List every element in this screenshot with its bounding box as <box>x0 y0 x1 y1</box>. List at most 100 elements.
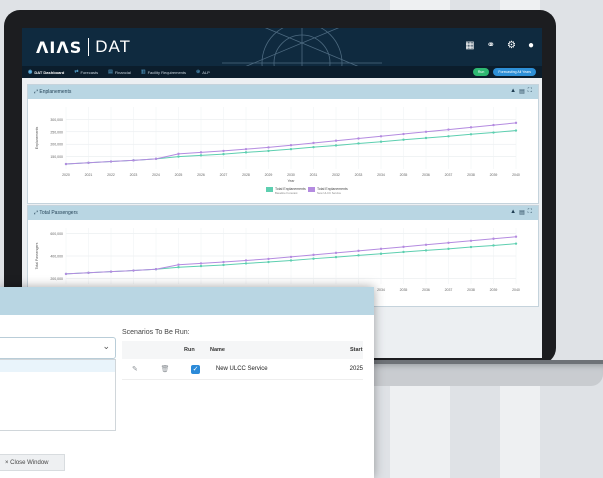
x-tick-label: 2035 <box>400 288 408 292</box>
scenario-select[interactable]: ⌄ <box>0 337 116 359</box>
data-point <box>379 247 383 251</box>
data-point <box>447 135 450 138</box>
forecasting-all-years-button[interactable]: Forecasting All Years <box>493 68 536 76</box>
data-point <box>244 262 248 265</box>
nav-item-facility-requirements[interactable]: ▥ Facility Requirements <box>141 69 186 75</box>
data-point <box>132 159 135 162</box>
data-point <box>357 142 360 145</box>
data-point <box>289 147 293 151</box>
x-tick-label: 2026 <box>197 173 205 177</box>
x-tick-label: 2038 <box>467 173 475 177</box>
data-point <box>312 257 315 260</box>
header-decoration <box>222 28 382 66</box>
data-point <box>177 155 180 158</box>
gear-icon[interactable]: ⚙ <box>507 40 516 51</box>
nav-item-label: DAT Dashboard <box>34 69 65 75</box>
edit-icon[interactable]: ✎ <box>122 365 161 373</box>
chart-icon[interactable]: ▲ <box>510 209 516 216</box>
data-point <box>447 241 450 244</box>
data-point <box>447 247 450 251</box>
data-point <box>492 131 495 134</box>
data-point <box>514 242 518 245</box>
x-tick-label: 2034 <box>377 173 385 177</box>
legend-sublabel: New ULCC Service <box>317 191 342 195</box>
y-tick-label: 250,000 <box>50 130 63 134</box>
close-window-button[interactable]: × Close Window <box>0 454 65 471</box>
data-point <box>402 250 405 254</box>
run-button[interactable]: Run <box>472 68 490 76</box>
x-tick-label: 2038 <box>467 288 475 292</box>
data-point <box>402 245 405 249</box>
data-point <box>87 271 90 274</box>
x-tick-label: 2028 <box>242 173 250 177</box>
trash-icon[interactable]: 🗑 <box>161 365 191 373</box>
data-point <box>244 147 248 151</box>
x-tick-label: 2040 <box>512 288 520 292</box>
x-tick-label: 2039 <box>490 288 498 292</box>
logo-separator <box>88 38 90 56</box>
logo-mark: ΛΙΛS <box>36 37 83 57</box>
grid-icon[interactable]: ▦ <box>465 40 474 51</box>
legend-sublabel: Baseline Forecast <box>275 191 298 195</box>
data-point <box>424 130 428 133</box>
data-point <box>222 152 225 156</box>
nav-item-forecasts[interactable]: ⇄ Forecasts <box>74 69 98 75</box>
data-point <box>379 252 383 255</box>
x-tick-label: 2036 <box>422 288 430 292</box>
run-scenarios-modal: ⌄ Scenarios To Be Run: Run Name Start ✎ … <box>0 287 374 478</box>
scenario-dropdown-list[interactable] <box>0 359 116 431</box>
data-point <box>492 237 495 240</box>
nav-item-financial[interactable]: ▤ Financial <box>108 69 131 75</box>
x-tick-label: 2039 <box>490 173 498 177</box>
app-logo[interactable]: ΛΙΛS DAT <box>36 37 131 57</box>
forecasting-label: Forecasting All Years <box>498 70 531 74</box>
chart-icon[interactable]: ▲ <box>510 88 516 95</box>
data-point <box>424 243 428 246</box>
expand-icon[interactable]: ⛶ <box>528 88 532 95</box>
data-point <box>222 260 225 264</box>
x-tick-label: 2035 <box>400 173 408 177</box>
laptop-base <box>370 364 603 386</box>
dropdown-option-highlighted[interactable] <box>0 360 115 372</box>
run-checkbox[interactable]: ✓ <box>191 364 201 374</box>
user-icon[interactable]: ● <box>528 40 534 51</box>
data-point <box>469 245 473 249</box>
y-tick-label: 200,000 <box>50 277 63 281</box>
app-header: ΛΙΛS DAT ▦ ⚭ ⚙ ● <box>22 28 542 66</box>
table-icon[interactable]: ▤ <box>519 88 525 95</box>
x-tick-label: 2023 <box>130 173 138 177</box>
panel-header: ⤢ Total Passengers ▲ ▤ ⛶ <box>28 206 538 220</box>
x-tick-label: 2030 <box>287 173 295 177</box>
dashboard-icon: ◉ <box>28 69 33 75</box>
x-tick-label: 2037 <box>445 288 453 292</box>
y-axis-label: Enplanements <box>35 127 39 150</box>
data-point <box>64 272 68 276</box>
legend-swatch <box>308 187 315 192</box>
nav-item-label: ALP <box>202 69 210 75</box>
nav-item-alp[interactable]: ⊕ ALP <box>196 69 210 75</box>
x-tick-label: 2040 <box>512 173 520 177</box>
link-icon[interactable]: ⚭ <box>487 40 495 51</box>
data-point <box>492 123 495 127</box>
modal-header <box>0 287 374 315</box>
nav-item-dat-dashboard[interactable]: ◉ DAT Dashboard <box>28 69 64 75</box>
data-point <box>109 160 113 163</box>
y-tick-label: 300,000 <box>50 118 63 122</box>
data-point <box>222 263 225 267</box>
data-point <box>289 259 293 262</box>
expand-icon[interactable]: ⛶ <box>528 209 532 216</box>
data-point <box>199 262 203 265</box>
data-point <box>199 264 203 268</box>
y-tick-label: 150,000 <box>50 155 63 159</box>
x-tick-label: 2036 <box>422 173 430 177</box>
data-point <box>469 239 473 242</box>
table-icon[interactable]: ▤ <box>519 209 525 216</box>
data-point <box>514 129 518 132</box>
data-point <box>177 152 180 156</box>
data-point <box>87 161 90 164</box>
data-point <box>402 132 405 136</box>
column-run: Run <box>184 347 195 353</box>
data-point <box>334 255 338 259</box>
column-name: Name <box>210 347 225 353</box>
x-tick-label: 2020 <box>62 173 70 177</box>
